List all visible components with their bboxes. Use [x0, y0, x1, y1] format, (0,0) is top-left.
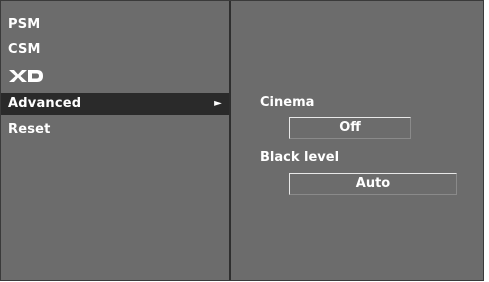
- black-level-value-selector[interactable]: Auto: [289, 173, 457, 195]
- advanced-submenu: Cinema Off Black level Auto: [231, 1, 483, 280]
- black-level-label: Black level: [260, 150, 340, 165]
- xd-logo: [8, 69, 44, 91]
- cinema-label: Cinema: [260, 95, 315, 110]
- menu-item-label: Reset: [8, 122, 51, 137]
- menu-item-reset[interactable]: Reset: [1, 119, 229, 141]
- menu-item-label: CSM: [8, 42, 41, 57]
- main-menu: PSM CSM Advanced ► Reset: [1, 1, 229, 280]
- menu-item-xd[interactable]: [1, 64, 229, 86]
- menu-item-psm[interactable]: PSM: [1, 14, 229, 36]
- menu-item-advanced[interactable]: Advanced ►: [1, 93, 229, 115]
- osd-menu-panel: PSM CSM Advanced ► Reset Cinema Off Blac…: [0, 0, 484, 281]
- cinema-value-selector[interactable]: Off: [289, 117, 411, 139]
- menu-item-csm[interactable]: CSM: [1, 39, 229, 61]
- menu-item-label: Advanced: [8, 96, 82, 111]
- submenu-arrow-icon: ►: [214, 98, 222, 109]
- menu-item-label: PSM: [8, 17, 41, 32]
